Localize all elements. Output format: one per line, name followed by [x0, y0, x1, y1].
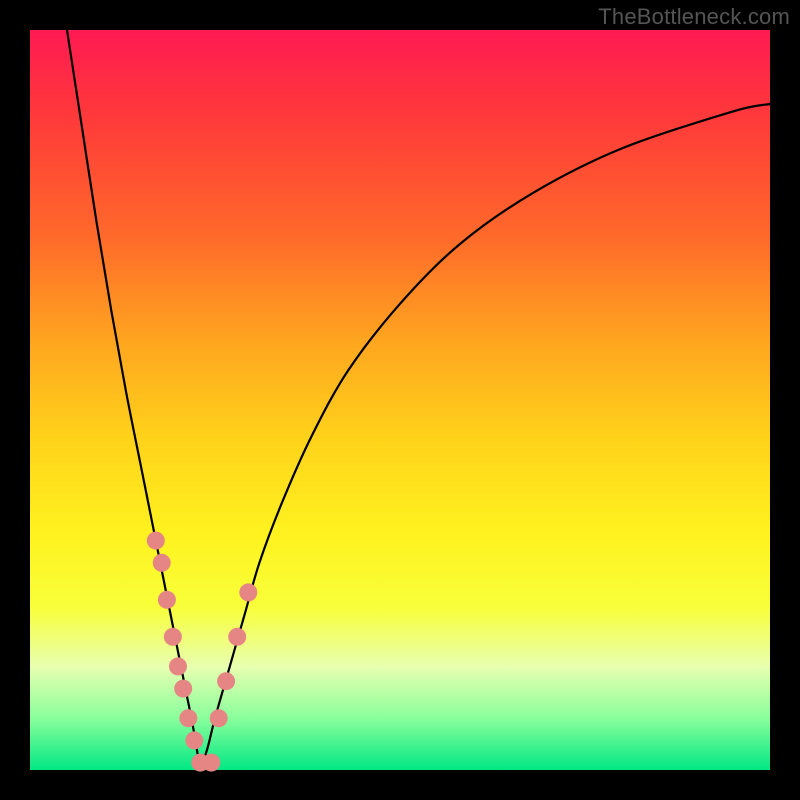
data-marker [210, 709, 228, 727]
data-marker [202, 754, 220, 772]
data-marker [147, 532, 165, 550]
data-marker [174, 680, 192, 698]
curve-layer [67, 30, 770, 770]
data-marker [169, 657, 187, 675]
curve-right-branch [200, 104, 770, 770]
watermark-label: TheBottleneck.com [598, 4, 790, 30]
data-marker [239, 583, 257, 601]
data-marker [158, 591, 176, 609]
data-marker [179, 709, 197, 727]
chart-frame: TheBottleneck.com [0, 0, 800, 800]
data-marker [217, 672, 235, 690]
data-marker [228, 628, 246, 646]
chart-svg [30, 30, 770, 770]
data-marker [153, 554, 171, 572]
data-marker [185, 731, 203, 749]
marker-layer [147, 532, 257, 772]
plot-area [30, 30, 770, 770]
data-marker [164, 628, 182, 646]
